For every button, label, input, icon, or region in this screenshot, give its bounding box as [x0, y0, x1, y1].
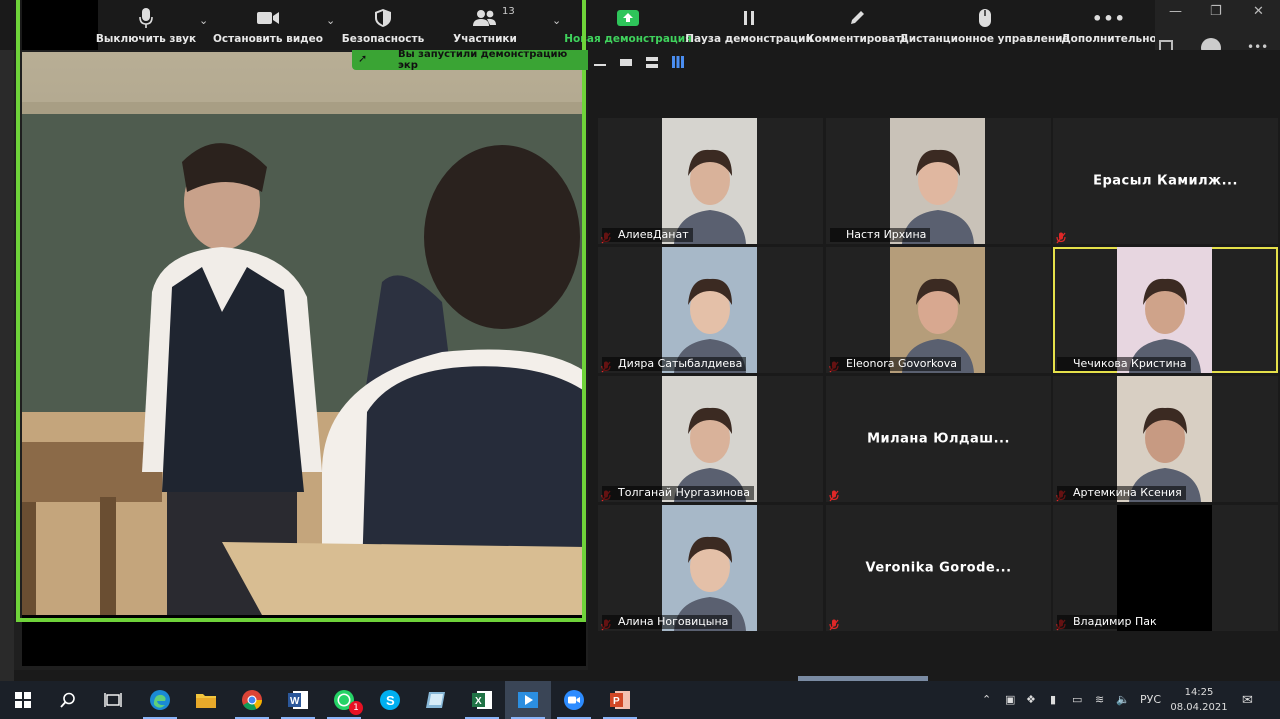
microphone-tray-icon[interactable]: ▮: [1050, 693, 1056, 706]
participant-tile[interactable]: Чечикова Кристина: [1053, 247, 1278, 373]
shared-video-letterbox: [22, 615, 586, 666]
participant-display-name: Милана Юлдаш...: [867, 431, 1010, 447]
more-label: Дополнительно: [1061, 33, 1157, 45]
participant-video: [1117, 247, 1212, 373]
clock-date: 08.04.2021: [1170, 702, 1228, 713]
chrome-icon[interactable]: [229, 681, 275, 719]
participant-video: [890, 118, 985, 244]
participant-name-label: Толганай Нургазинова: [602, 486, 755, 500]
zoom-app-icon[interactable]: [551, 681, 597, 719]
svg-text:P: P: [613, 696, 620, 707]
whatsapp-icon[interactable]: 1: [321, 681, 367, 719]
maximize-icon[interactable]: ❐: [1210, 4, 1222, 19]
more-button[interactable]: ••• Дополнительно: [1061, 0, 1156, 50]
share-status-banner[interactable]: ➚ Вы запустили демонстрацию экр: [352, 49, 588, 71]
participant-video: [662, 376, 757, 502]
clock-time: 14:25: [1184, 687, 1214, 698]
share-banner-text: Вы запустили демонстрацию экр: [398, 49, 568, 71]
more-dots-icon: •••: [1092, 8, 1126, 28]
participant-video: [890, 247, 985, 373]
mouse-icon: [978, 6, 992, 30]
participant-name-label: Чечикова Кристина: [1057, 357, 1191, 371]
meet-now-icon[interactable]: ▣: [1005, 693, 1015, 706]
share-screen-icon: [616, 6, 640, 30]
language-indicator[interactable]: РУС: [1140, 693, 1161, 706]
participant-video: [662, 247, 757, 373]
volume-icon[interactable]: 🔈: [1116, 693, 1130, 706]
window-titlebar: — ❐ ✕ •••: [1155, 0, 1280, 58]
minimize-view-icon[interactable]: [594, 64, 606, 66]
participant-tile[interactable]: Ерасыл Камилж...: [1053, 118, 1278, 244]
close-icon[interactable]: ✕: [1253, 4, 1264, 19]
new-share-button[interactable]: Новая демонстрация: [564, 0, 692, 50]
participant-video: [1117, 376, 1212, 502]
pencil-icon: [848, 6, 866, 30]
file-explorer-icon[interactable]: [183, 681, 229, 719]
word-icon[interactable]: W: [275, 681, 321, 719]
participant-display-name: Ерасыл Камилж...: [1093, 173, 1238, 189]
wifi-icon[interactable]: ≋: [1095, 693, 1104, 706]
participant-name-label: Алина Ноговицына: [602, 615, 733, 629]
tray-chevron-up-icon[interactable]: ⌃: [982, 693, 991, 706]
gallery-grid-icon[interactable]: [672, 56, 684, 68]
annotate-button[interactable]: Комментировать: [806, 0, 908, 50]
whatsapp-badge: 1: [349, 701, 363, 715]
pause-icon: [742, 6, 756, 30]
pause-share-label: Пауза демонстрации: [685, 33, 813, 45]
notebook-app-icon[interactable]: [413, 681, 459, 719]
edge-browser-icon[interactable]: [137, 681, 183, 719]
participant-video: [1117, 505, 1212, 631]
search-icon[interactable]: [45, 681, 91, 719]
participant-tile[interactable]: Настя Ирхина: [826, 118, 1051, 244]
participant-tile[interactable]: Толганай Нургазинова: [598, 376, 823, 502]
powerpoint-icon[interactable]: P: [597, 681, 643, 719]
participant-tile[interactable]: Veronika Gorode...: [826, 505, 1051, 631]
media-player-icon[interactable]: [505, 681, 551, 719]
svg-text:S: S: [386, 693, 395, 708]
battery-icon[interactable]: ▭: [1072, 693, 1082, 706]
participant-name-label: Артемкина Ксения: [1057, 486, 1186, 500]
windows-start-icon[interactable]: [0, 681, 46, 719]
pause-share-button[interactable]: Пауза демонстрации: [685, 0, 813, 50]
svg-text:X: X: [475, 696, 482, 707]
participant-tile[interactable]: Владимир Пак: [1053, 505, 1278, 631]
remote-control-label: Дистанционное управление: [899, 33, 1070, 45]
participant-tile[interactable]: Алина Ноговицына: [598, 505, 823, 631]
participant-name-label: [1057, 228, 1077, 242]
participant-name-label: Дияра Сатыбалдиева: [602, 357, 747, 371]
notifications-icon[interactable]: ✉: [1242, 693, 1253, 708]
minimize-icon[interactable]: —: [1169, 4, 1182, 19]
participant-tile[interactable]: Дияра Сатыбалдиева: [598, 247, 823, 373]
excel-icon[interactable]: X: [459, 681, 505, 719]
participant-video: [662, 118, 757, 244]
share-border-frame: [16, 0, 586, 622]
participant-name-label: [830, 486, 850, 500]
participant-tile[interactable]: Eleonora Govorkova: [826, 247, 1051, 373]
participant-tile[interactable]: Артемкина Ксения: [1053, 376, 1278, 502]
speaker-view-icon[interactable]: [620, 59, 632, 66]
participant-name-label: АлиевДанат: [602, 228, 693, 242]
windows-taskbar: W 1 S X P ⌃ ▣ ❖ ▮ ▭ ≋ 🔈 РУС 14:25 08.04.…: [0, 681, 1280, 719]
svg-text:W: W: [290, 696, 300, 707]
participant-name-label: [830, 615, 850, 629]
task-view-icon[interactable]: [90, 681, 136, 719]
participant-tile[interactable]: Милана Юлдаш...: [826, 376, 1051, 502]
participant-name-label: Eleonora Govorkova: [830, 357, 961, 371]
participant-name-label: Настя Ирхина: [830, 228, 931, 242]
participant-display-name: Veronika Gorode...: [865, 560, 1012, 576]
clock[interactable]: 14:25 08.04.2021: [1168, 685, 1230, 715]
dropbox-icon[interactable]: ❖: [1026, 693, 1036, 706]
share-options-icon[interactable]: [1159, 40, 1173, 50]
participant-name-label: Владимир Пак: [1057, 615, 1161, 629]
annotate-label: Комментировать: [806, 33, 908, 45]
skype-icon[interactable]: S: [367, 681, 413, 719]
thumbnail-view-icon[interactable]: [646, 57, 658, 68]
share-arrow-icon: ➚: [358, 52, 368, 65]
left-edge: [0, 50, 14, 719]
participant-video: [662, 505, 757, 631]
participant-tile[interactable]: АлиевДанат: [598, 118, 823, 244]
remote-control-button[interactable]: Дистанционное управление: [899, 0, 1070, 50]
